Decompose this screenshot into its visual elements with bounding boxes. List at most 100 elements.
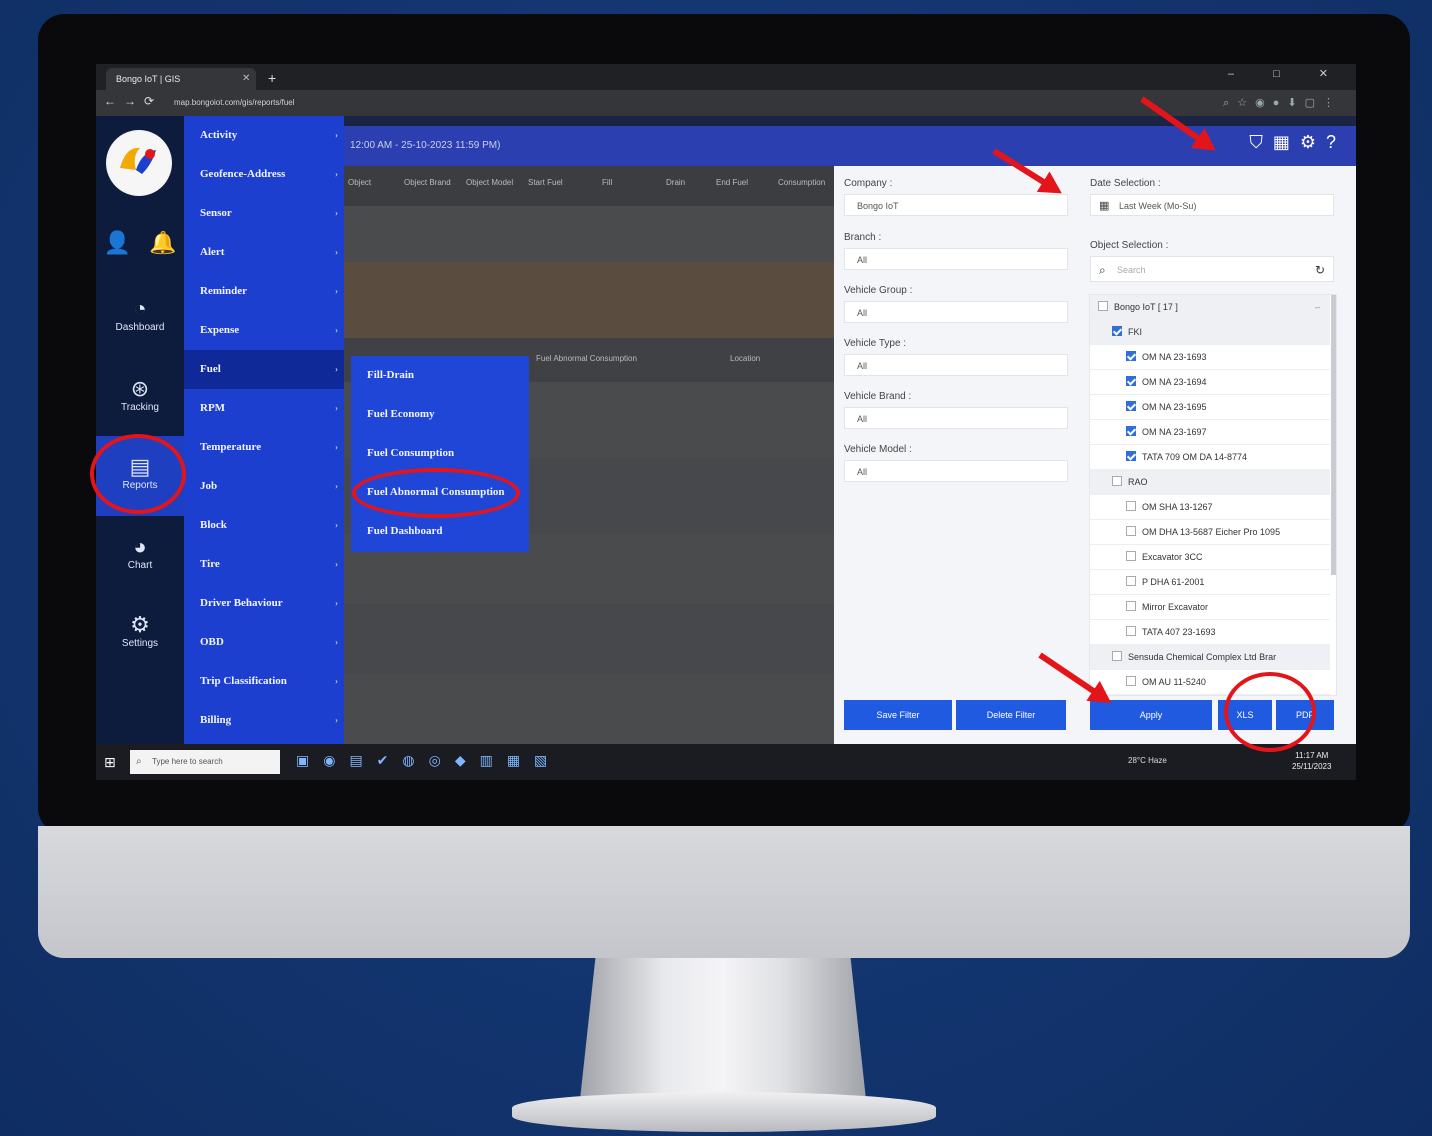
tree-row[interactable]: Excavator 3CC (1090, 545, 1330, 570)
menu-item-geofence[interactable]: Geofence-Address › (184, 155, 344, 194)
vehicle-group-select[interactable]: All (844, 301, 1068, 323)
windows-start-icon[interactable]: ⊞ (104, 754, 116, 771)
vehicle-brand-select[interactable]: All (844, 407, 1068, 429)
company-select[interactable]: Bongo IoT (844, 194, 1068, 216)
weather-widget[interactable]: 28°C Haze (1128, 756, 1167, 765)
column-header: End Fuel (716, 178, 749, 187)
browser-tab[interactable]: Bongo IoT | GIS (106, 68, 256, 90)
date-selection-field[interactable]: ▦ Last Week (Mo-Su) (1090, 194, 1334, 216)
taskbar-app-icons[interactable]: ▣◉▤✔◍◎◆▥▦▧ (296, 752, 561, 769)
delete-filter-button[interactable]: Delete Filter (956, 700, 1066, 730)
extensions-icon[interactable]: ⌕☆◉●⬇▢⋮ (1223, 96, 1342, 110)
checkbox[interactable] (1126, 376, 1136, 386)
checkbox[interactable] (1126, 676, 1136, 686)
tree-row[interactable]: OM SHA 13-1267 (1090, 495, 1330, 520)
tree-row[interactable]: OM NA 23-1693 (1090, 345, 1330, 370)
help-icon[interactable]: ? (1326, 132, 1346, 152)
checkbox[interactable] (1112, 476, 1122, 486)
vehicle-type-select[interactable]: All (844, 354, 1068, 376)
checkbox[interactable] (1126, 426, 1136, 436)
rail-label: Chart (127, 560, 153, 571)
user-icon[interactable]: 👤 🔔 (96, 230, 184, 256)
rail-item-tracking[interactable]: ⊛ Tracking (96, 376, 184, 413)
tree-row[interactable]: Sensuda Chemical Complex Ltd Brar (1090, 645, 1330, 670)
settings-icon: ⚙ (130, 612, 150, 637)
checkbox[interactable] (1126, 551, 1136, 561)
gear-icon[interactable]: ⚙ (1300, 132, 1326, 152)
menu-item-expense[interactable]: Expense › (184, 311, 344, 350)
clock-date: 25/11/2023 (1292, 762, 1332, 771)
scrollbar[interactable] (1331, 295, 1336, 575)
checkbox[interactable] (1126, 526, 1136, 536)
taskbar-clock[interactable]: 11:17 AM 25/11/2023 (1292, 750, 1331, 772)
taskbar-search[interactable]: ⌕ Type here to search (130, 750, 280, 774)
window-controls[interactable]: – □ ✕ (1228, 67, 1346, 80)
column-header: Object (348, 178, 372, 187)
menu-item-activity[interactable]: Activity › (184, 116, 344, 155)
tree-row[interactable]: TATA 407 23-1693 (1090, 620, 1330, 645)
menu-item-rpm[interactable]: RPM › (184, 389, 344, 428)
tree-row[interactable]: RAO (1090, 470, 1330, 495)
branch-select[interactable]: All (844, 248, 1068, 270)
checkbox[interactable] (1112, 326, 1122, 336)
checkbox[interactable] (1126, 626, 1136, 636)
rail-item-dashboard[interactable]: ◔ Dashboard (96, 296, 184, 333)
checkbox[interactable] (1126, 451, 1136, 461)
checkbox[interactable] (1126, 576, 1136, 586)
menu-item-trip-classification[interactable]: Trip Classification › (184, 662, 344, 701)
object-search-field[interactable]: ⌕ Search ↻ (1090, 256, 1334, 282)
windows-taskbar: ⊞ ⌕ Type here to search ▣◉▤✔◍◎◆▥▦▧ 28°C … (96, 744, 1356, 780)
filter-icon[interactable]: ⛉ (1249, 132, 1273, 152)
taskbar-search-placeholder: Type here to search (152, 757, 223, 766)
menu-item-driver-behaviour[interactable]: Driver Behaviour › (184, 584, 344, 623)
tree-row[interactable]: TATA 709 OM DA 14-8774 (1090, 445, 1330, 470)
menu-item-billing[interactable]: Billing › (184, 701, 344, 740)
new-tab-icon[interactable]: + (268, 68, 276, 88)
tree-row[interactable]: Mirror Excavator (1090, 595, 1330, 620)
tree-row[interactable]: OM NA 23-1694 (1090, 370, 1330, 395)
highlight-circle-xls (1224, 672, 1316, 752)
tree-row[interactable]: OM NA 23-1695 (1090, 395, 1330, 420)
collapse-icon[interactable]: – (1315, 295, 1320, 320)
close-icon[interactable]: ✕ (242, 68, 250, 90)
menu-item-reminder[interactable]: Reminder › (184, 272, 344, 311)
menu-item-alert[interactable]: Alert › (184, 233, 344, 272)
submenu-fuel-economy[interactable]: Fuel Economy (351, 395, 529, 434)
tree-row[interactable]: OM DHA 13-5687 Eicher Pro 1095 (1090, 520, 1330, 545)
tree-row[interactable]: Bongo IoT [ 17 ] – (1090, 295, 1330, 320)
tree-row[interactable]: OM NA 23-1697 (1090, 420, 1330, 445)
column-header: Object Brand (404, 178, 451, 187)
checkbox[interactable] (1112, 651, 1122, 661)
checkbox[interactable] (1126, 601, 1136, 611)
rail-label: Dashboard (115, 322, 165, 333)
refresh-icon[interactable]: ↻ (1315, 257, 1325, 283)
vehicle-brand-label: Vehicle Brand : (844, 391, 912, 402)
menu-item-tire[interactable]: Tire › (184, 545, 344, 584)
menu-item-obd[interactable]: OBD › (184, 623, 344, 662)
checkbox[interactable] (1126, 351, 1136, 361)
column-header: Fill (602, 178, 613, 187)
menu-item-block[interactable]: Block › (184, 506, 344, 545)
checkbox[interactable] (1126, 401, 1136, 411)
table-row (344, 604, 834, 675)
tree-row[interactable]: P DHA 61-2001 (1090, 570, 1330, 595)
save-filter-button[interactable]: Save Filter (844, 700, 952, 730)
submenu-fill-drain[interactable]: Fill-Drain (351, 356, 529, 395)
menu-item-temperature[interactable]: Temperature › (184, 428, 344, 467)
bell-icon[interactable]: 🔔 (149, 230, 176, 256)
vehicle-model-select[interactable]: All (844, 460, 1068, 482)
menu-item-sensor[interactable]: Sensor › (184, 194, 344, 233)
checkbox[interactable] (1126, 501, 1136, 511)
report-list-icon[interactable]: ▦ (1273, 132, 1300, 152)
column-header: Consumption (778, 178, 826, 187)
column-header: Drain (666, 178, 686, 187)
url-field[interactable]: map.bongoiot.com/gis/reports/fuel (174, 95, 1174, 111)
nav-arrows-icon[interactable]: ←→⟳ (104, 94, 162, 108)
rail-item-chart[interactable]: ◕ Chart (96, 534, 184, 571)
date-range-text: 12:00 AM - 25-10-2023 11:59 PM) (350, 140, 501, 151)
menu-item-job[interactable]: Job › (184, 467, 344, 506)
checkbox[interactable] (1098, 301, 1108, 311)
rail-item-settings[interactable]: ⚙ Settings (96, 612, 184, 649)
tree-row[interactable]: FKI (1090, 320, 1330, 345)
menu-item-fuel[interactable]: Fuel › (184, 350, 344, 389)
